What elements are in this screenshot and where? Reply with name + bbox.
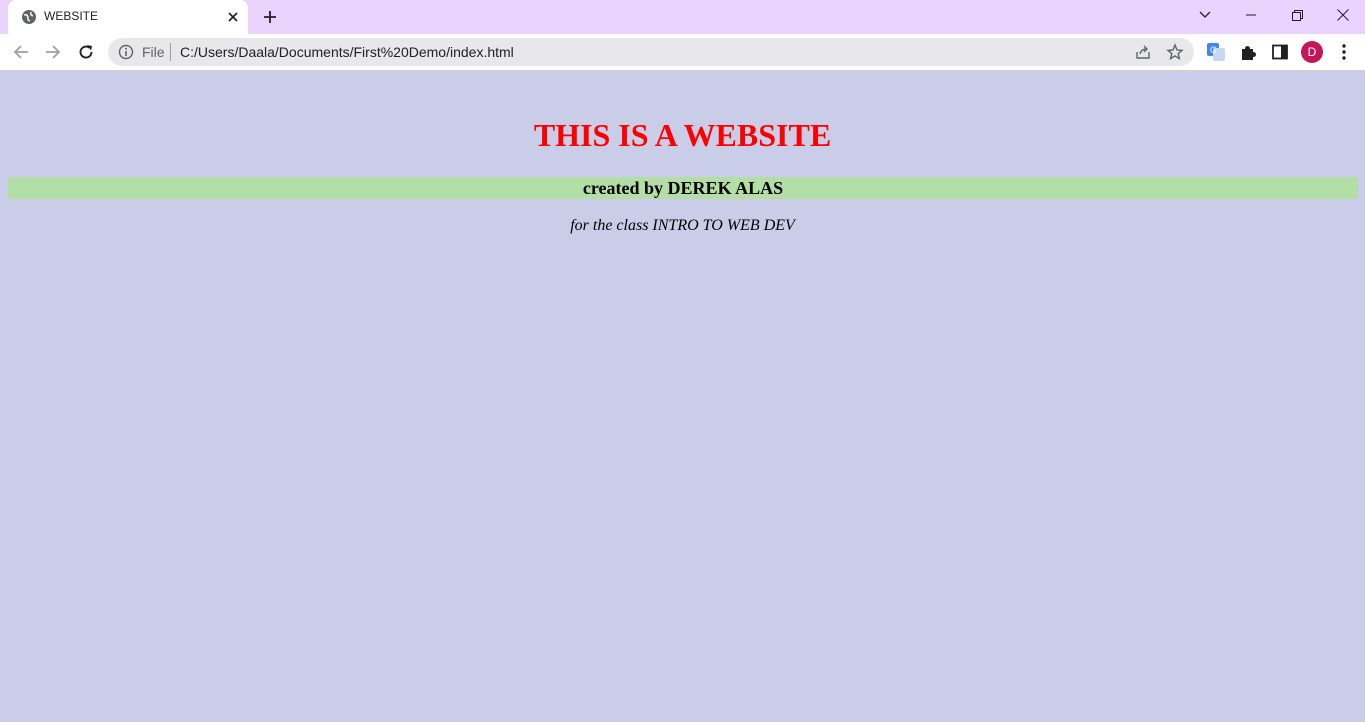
close-tab-icon[interactable] [224,8,242,26]
page-heading: THIS IS A WEBSITE [533,117,832,153]
tab-title: WEBSITE [44,9,99,23]
address-separator [170,43,171,61]
tab-search-button[interactable] [1182,0,1228,30]
globe-icon [21,9,37,25]
svg-text:G: G [1210,45,1217,55]
bookmark-star-icon[interactable] [1166,43,1184,61]
menu-kebab-icon[interactable] [1334,42,1354,62]
browser-toolbar: File C:/Users/Daala/Documents/First%20De… [0,34,1365,71]
close-window-button[interactable] [1320,0,1365,30]
info-icon[interactable] [118,44,134,60]
back-button[interactable] [7,38,35,66]
tab-strip: WEBSITE [0,0,1365,34]
address-scheme: File [142,44,165,60]
share-icon[interactable] [1134,43,1152,61]
translate-icon[interactable]: G [1206,42,1226,62]
browser-tab[interactable]: WEBSITE [8,0,248,34]
minimize-button[interactable] [1228,0,1274,30]
address-bar[interactable]: File C:/Users/Daala/Documents/First%20De… [108,38,1194,66]
profile-avatar[interactable]: D [1301,41,1323,63]
page-content: THIS IS A WEBSITE created by DEREK ALAS … [0,71,1365,722]
restore-button[interactable] [1274,0,1320,30]
address-url[interactable]: C:/Users/Daala/Documents/First%20Demo/in… [180,44,514,60]
extensions-puzzle-icon[interactable] [1238,42,1258,62]
forward-button[interactable] [39,38,67,66]
class-line: for the class INTRO TO WEB DEV [570,217,795,234]
credit-line: created by DEREK ALAS [8,177,1358,199]
new-tab-button[interactable] [258,5,282,29]
reload-button[interactable] [72,38,100,66]
side-panel-icon[interactable] [1270,42,1290,62]
